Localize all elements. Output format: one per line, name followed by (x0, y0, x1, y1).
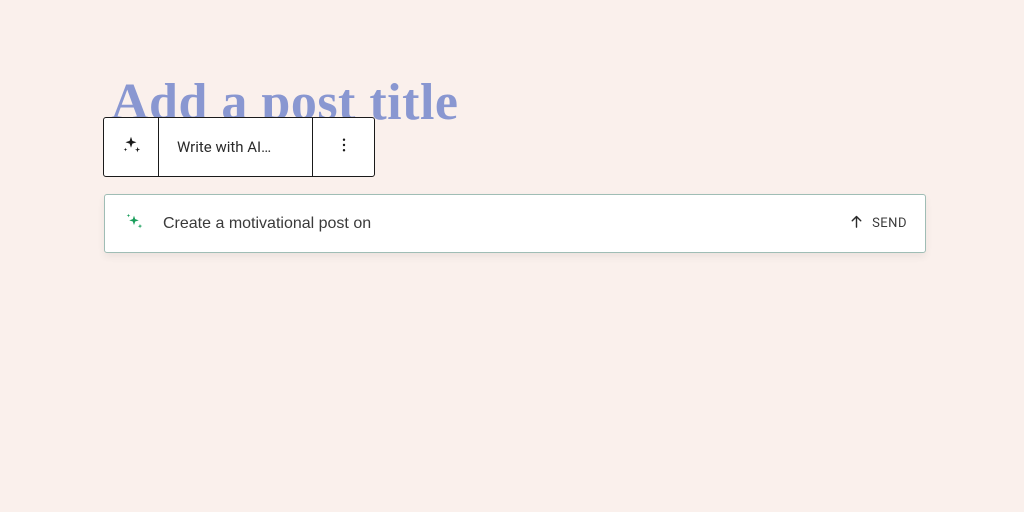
ai-prompt-input[interactable] (163, 215, 848, 233)
send-button[interactable]: SEND (848, 213, 907, 234)
sparkle-green-icon (123, 211, 145, 237)
more-options-button[interactable] (313, 118, 374, 176)
ai-sparkle-button[interactable] (104, 118, 159, 176)
arrow-up-icon (848, 213, 865, 234)
write-with-ai-label: Write with AI… (177, 138, 271, 156)
ai-toolbar: Write with AI… (103, 117, 375, 177)
sparkle-icon (120, 134, 142, 160)
more-vertical-icon (335, 136, 353, 158)
send-label: SEND (872, 216, 907, 231)
ai-input-bar: SEND (104, 194, 926, 253)
write-with-ai-button[interactable]: Write with AI… (159, 118, 313, 176)
